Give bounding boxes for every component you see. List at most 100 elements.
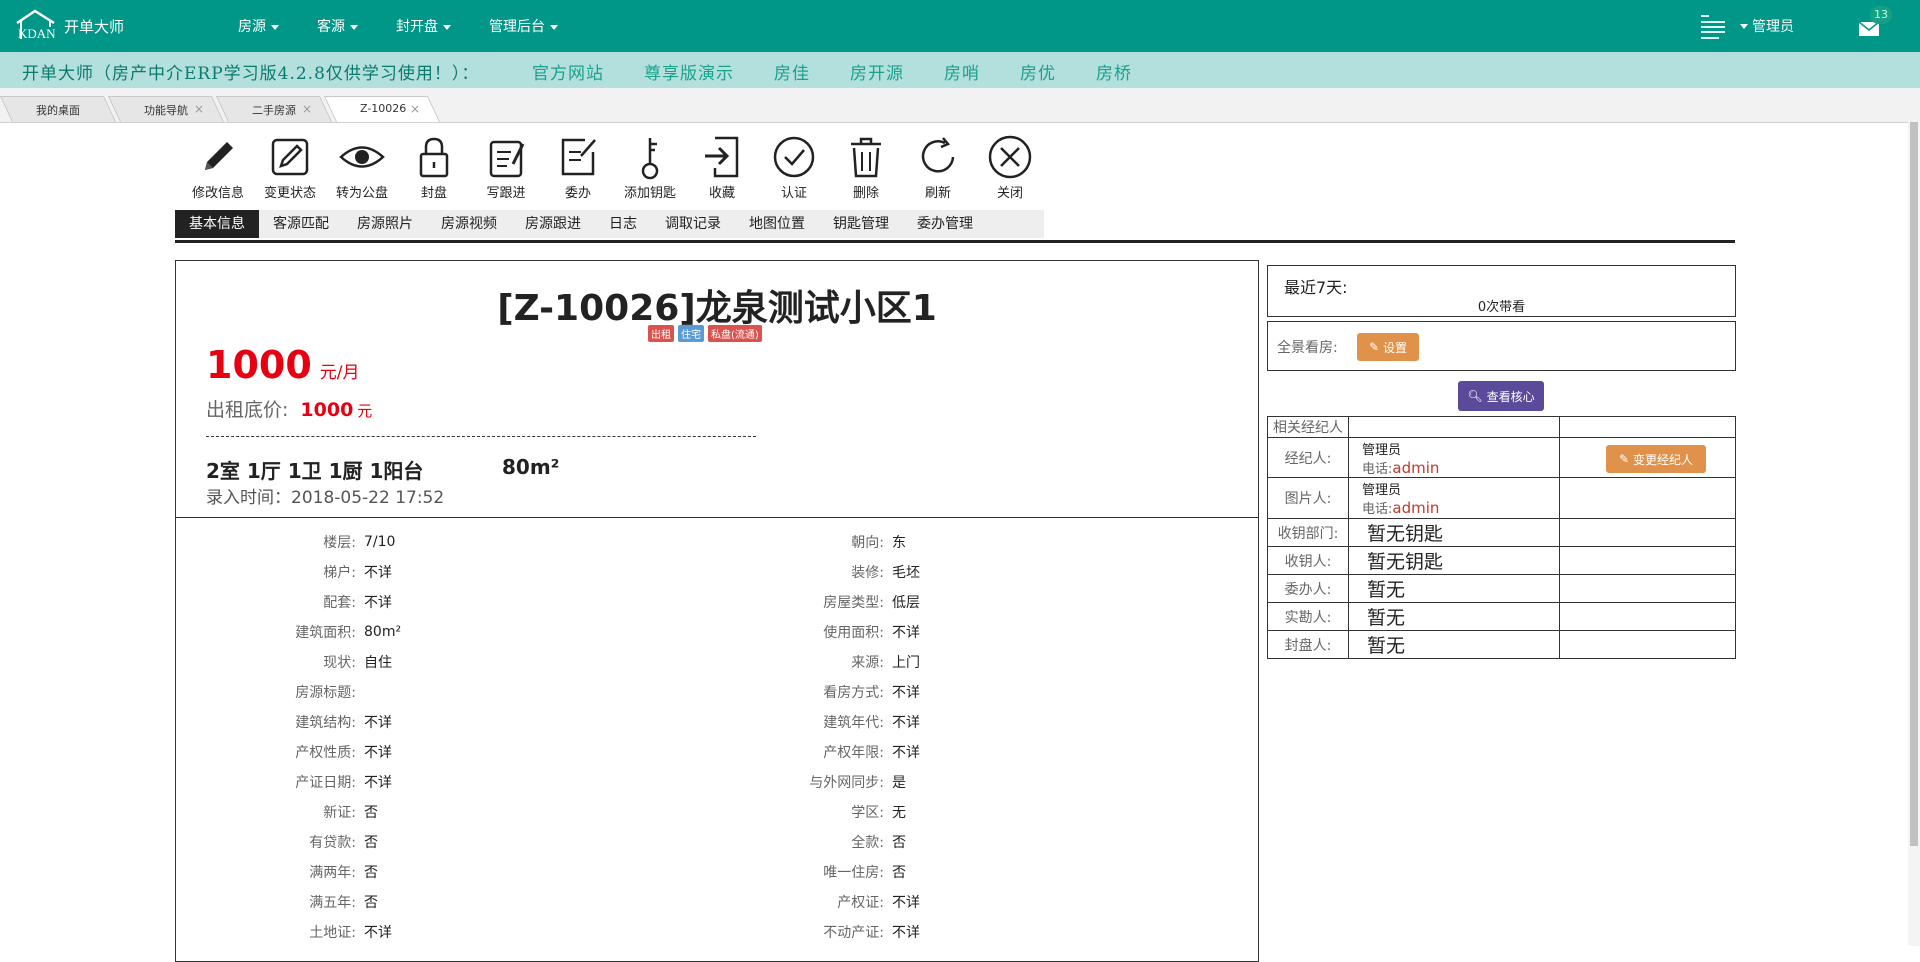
edit-icon: ✎: [1618, 452, 1630, 466]
refresh-button[interactable]: 刷新: [902, 134, 974, 201]
notice-text: 开单大师（房产中介ERP学习版4.2.8仅供学习使用！）：: [22, 64, 480, 84]
tab-followups[interactable]: 房源跟进: [511, 210, 595, 238]
detail-row: 产权证: 不详: [837, 895, 920, 911]
close-icon[interactable]: ×: [410, 102, 420, 116]
nav-seal[interactable]: 封开盘: [396, 16, 451, 36]
tool-label: 删除: [852, 186, 879, 201]
detail-row: 土地证: 不详: [309, 925, 392, 941]
entry-time: 录入时间：2018-05-22 17:52: [206, 488, 445, 508]
property-title: [Z-10026]龙泉测试小区1: [497, 288, 937, 329]
low-price-label: 出租底价:: [206, 399, 289, 421]
edit-icon: [271, 138, 309, 176]
tab-basic-info[interactable]: 基本信息: [175, 210, 259, 238]
price-value: 1000: [206, 343, 312, 387]
tab-videos[interactable]: 房源视频: [427, 210, 511, 238]
seal-button[interactable]: 封盘: [398, 134, 470, 201]
tool-label: 修改信息: [191, 186, 244, 201]
tool-label: 刷新: [924, 186, 951, 201]
tab-access-log[interactable]: 调取记录: [651, 210, 735, 238]
lock-icon: [419, 137, 449, 178]
page-scrollbar[interactable]: [1908, 122, 1920, 946]
tab-delegation[interactable]: 委办管理: [903, 210, 987, 238]
close-icon[interactable]: ×: [302, 102, 312, 116]
detail-row: 有贷款: 否: [309, 835, 378, 851]
agent-phone: 电话:admin: [1362, 458, 1440, 477]
tab-keys[interactable]: 钥匙管理: [819, 210, 903, 238]
link-fangshao[interactable]: 房哨: [944, 59, 980, 84]
tab-z10026[interactable]: Z-10026 ×: [323, 96, 441, 122]
key-person-value: 暂无钥匙: [1348, 546, 1560, 575]
scrollbar-thumb[interactable]: [1910, 122, 1918, 846]
tab-desktop[interactable]: 我的桌面: [0, 96, 117, 122]
rent-price: 1000 元/月: [206, 343, 360, 387]
notepad-icon: [489, 140, 525, 178]
tool-label: 变更状态: [263, 186, 316, 201]
logo[interactable]: KDAN 开单大师: [14, 9, 124, 41]
detail-row: 房源标题:: [295, 685, 356, 701]
caret-down-icon: [271, 24, 279, 30]
link-official-site[interactable]: 官方网站: [532, 59, 604, 84]
delete-button[interactable]: 删除: [830, 134, 902, 201]
tab-bar: 我的桌面 功能导航 × 二手房源 × Z-10026 ×: [0, 88, 1920, 123]
mail-count-badge: 13: [1870, 6, 1892, 24]
detail-row: 现状: 自住: [323, 655, 392, 671]
detail-row: 学区: 无: [851, 805, 906, 821]
room-layout: 2室 1厅 1卫 1厨 1阳台: [206, 459, 424, 483]
key-dept-label: 收钥部门:: [1267, 518, 1349, 547]
eye-icon: [339, 146, 385, 168]
close-circle-icon: [988, 135, 1032, 179]
detail-row: 新证: 否: [323, 805, 378, 821]
add-key-button[interactable]: 添加钥匙: [614, 134, 686, 201]
vr-settings-button[interactable]: ✎ 设置: [1357, 333, 1419, 361]
nav-clients[interactable]: 客源: [317, 16, 358, 36]
link-fangyou[interactable]: 房优: [1020, 59, 1056, 84]
tab-map[interactable]: 地图位置: [735, 210, 819, 238]
close-icon[interactable]: ×: [194, 102, 204, 116]
detail-row: 满两年: 否: [309, 865, 378, 881]
nav-listings[interactable]: 房源: [238, 16, 279, 36]
write-followup-button[interactable]: 写跟进: [470, 134, 542, 201]
delegate-button[interactable]: 委办: [542, 134, 614, 201]
tab-log[interactable]: 日志: [595, 210, 651, 238]
link-premium-demo[interactable]: 尊享版演示: [644, 59, 734, 84]
tab-label: 我的桌面: [36, 104, 80, 117]
detail-row: 建筑面积: 80m²: [295, 624, 402, 641]
change-status-button[interactable]: 变更状态: [254, 134, 326, 201]
link-fangkaiyuan[interactable]: 房开源: [850, 59, 904, 84]
detail-row: 来源: 上门: [851, 655, 920, 671]
view-core-button[interactable]: 🔍︎ 查看核心: [1458, 381, 1544, 411]
detail-row: 看房方式: 不详: [823, 685, 920, 701]
edit-icon: ✎: [1368, 340, 1380, 354]
tool-label: 写跟进: [486, 186, 526, 201]
tag-residential: 住宅: [678, 325, 704, 342]
recent-visits-box: 最近7天: 0次带看: [1267, 265, 1736, 317]
nav-admin[interactable]: 管理后台: [489, 16, 558, 36]
close-page-button[interactable]: 关闭: [974, 134, 1046, 201]
seal-value: 暂无: [1348, 630, 1560, 659]
edit-info-button[interactable]: 修改信息: [182, 134, 254, 201]
tag-rent: 出租: [648, 325, 674, 342]
change-agent-button[interactable]: ✎ 变更经纪人: [1606, 445, 1706, 473]
link-fangqiao[interactable]: 房桥: [1096, 59, 1132, 84]
tab-function-nav[interactable]: 功能导航 ×: [107, 96, 225, 122]
recent-count: 0次带看: [1477, 300, 1526, 315]
favorite-button[interactable]: 收藏: [686, 134, 758, 201]
detail-row: 梯户: 不详: [323, 565, 392, 581]
user-menu[interactable]: 管理员: [1701, 12, 1794, 40]
link-fangjia[interactable]: 房佳: [774, 59, 810, 84]
main-nav: 房源 客源 封开盘 管理后台: [238, 16, 596, 36]
tab-photos[interactable]: 房源照片: [343, 210, 427, 238]
tab-client-match[interactable]: 客源匹配: [259, 210, 343, 238]
tool-label: 收藏: [708, 186, 735, 201]
certify-button[interactable]: 认证: [758, 134, 830, 201]
tab-second-hand[interactable]: 二手房源 ×: [215, 96, 333, 122]
tool-label: 封盘: [420, 186, 447, 201]
to-public-button[interactable]: 转为公盘: [326, 134, 398, 201]
low-price-unit: 元: [357, 402, 373, 420]
detail-row: 全款: 否: [851, 835, 906, 851]
agent-label: 经纪人:: [1267, 437, 1349, 478]
mail-button[interactable]: 13: [1858, 6, 1892, 38]
details-left-column: 楼层: 7/10 梯户: 不详 配套: 不详 建筑面积: 80m² 现状: 自住 房源标题…: [176, 527, 401, 947]
button-label: 设置: [1383, 340, 1408, 355]
rent-floor-price: 出租底价: 1000 元: [206, 395, 372, 422]
